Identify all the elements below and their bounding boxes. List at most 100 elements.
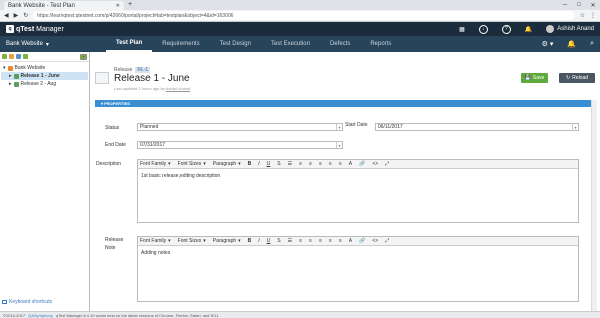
source-code-icon[interactable]: <> <box>372 238 378 244</box>
logo-product: Manager <box>36 25 64 33</box>
new-tab-button[interactable]: + <box>128 1 132 8</box>
properties-section-header[interactable]: ▾ PROPERTIES <box>95 100 593 107</box>
start-date-field[interactable]: 06/11/2017 ▾ <box>375 123 579 131</box>
release-note-text[interactable]: Adding notes <box>138 246 578 260</box>
align-right-icon[interactable]: ≡ <box>329 238 332 244</box>
font-color-icon[interactable]: A <box>349 161 352 167</box>
description-label: Description <box>96 161 122 167</box>
source-code-icon[interactable]: <> <box>372 161 378 167</box>
collapse-sidebar-icon[interactable]: « <box>80 53 87 60</box>
status-select[interactable]: Planned ▾ <box>137 123 343 131</box>
underline-icon[interactable]: U <box>267 238 271 244</box>
bold-icon[interactable]: B <box>248 161 252 167</box>
end-date-field[interactable]: 07/31/2017 ▾ <box>137 141 343 149</box>
tab-test-execution[interactable]: Test Execution <box>261 36 320 52</box>
content-scrollbar[interactable] <box>591 100 597 311</box>
add-folder-icon[interactable] <box>9 54 14 59</box>
notification-bell-icon[interactable]: 🔔 <box>525 26 532 33</box>
back-icon[interactable]: ◀ <box>4 12 9 19</box>
url-field[interactable]: https://learnqtest.qtestnet.com/p/42660/… <box>33 11 575 20</box>
tab-defects[interactable]: Defects <box>320 36 360 52</box>
strikethrough-icon[interactable]: S <box>277 238 280 244</box>
align-left-icon[interactable]: ≡ <box>309 161 312 167</box>
project-icon <box>7 65 13 71</box>
browser-menu-icon[interactable]: ⋮ <box>590 12 596 19</box>
link-icon[interactable]: 🔗 <box>359 238 365 244</box>
url-text: https://learnqtest.qtestnet.com/p/42660/… <box>37 12 234 19</box>
footer-bar: ©2010-2017 QASymphony qTest Manager 8.4.… <box>0 311 600 318</box>
project-selector[interactable]: Bank Website ▾ <box>6 41 49 48</box>
align-right-icon[interactable]: ≡ <box>329 161 332 167</box>
tab-reports[interactable]: Reports <box>360 36 401 52</box>
font-sizes-select[interactable]: Font Sizes ▾ <box>178 161 206 167</box>
save-icon: 💾 <box>524 75 531 81</box>
close-window-icon[interactable]: ✕ <box>586 0 600 10</box>
font-color-icon[interactable]: A <box>349 238 352 244</box>
tree-item-release[interactable]: ▸ Release 1 - June <box>1 72 88 80</box>
help-icon[interactable]: ? <box>501 24 511 34</box>
apps-grid-icon[interactable]: ▦ <box>459 26 465 33</box>
search-icon[interactable]: ⌕ <box>590 40 594 48</box>
save-button[interactable]: 💾 Save <box>521 73 548 83</box>
reload-label: Reload <box>572 75 589 81</box>
minimize-icon[interactable]: ─ <box>558 0 572 10</box>
reload-button[interactable]: ↻ Reload <box>559 73 595 83</box>
align-justify-icon[interactable]: ≡ <box>339 161 342 167</box>
bold-icon[interactable]: B <box>248 238 252 244</box>
module-tabs: Test Plan Requirements Test Design Test Exe… <box>106 36 401 52</box>
maximize-icon[interactable]: □ <box>572 0 586 10</box>
align-center-icon[interactable]: ≡ <box>319 161 322 167</box>
italic-icon[interactable]: I <box>258 161 259 167</box>
refresh-icon[interactable]: ↻ <box>23 12 28 19</box>
gear-icon[interactable]: ⚙ ▾ <box>542 40 554 48</box>
expand-toggle-icon[interactable]: ▸ <box>9 73 12 79</box>
edit-icon[interactable] <box>16 54 21 59</box>
release-tree: ▾ Bank Website ▸ Release 1 - June ▸ Release… <box>0 62 89 90</box>
bullet-list-icon[interactable]: ☰ <box>288 238 292 244</box>
numbered-list-icon[interactable]: ≡ <box>299 161 302 167</box>
tab-test-design[interactable]: Test Design <box>210 36 261 52</box>
filter-icon[interactable] <box>23 54 28 59</box>
paragraph-select[interactable]: Paragraph ▾ <box>213 161 241 167</box>
link-icon[interactable]: 🔗 <box>359 161 365 167</box>
user-menu[interactable]: Ashish Anand <box>546 25 594 33</box>
keyboard-shortcuts-link[interactable]: Keyboard shortcuts <box>2 299 52 305</box>
align-left-icon[interactable]: ≡ <box>309 238 312 244</box>
editor-toolbar: Font Family ▾ Font Sizes ▾ Paragraph ▾ B I … <box>138 160 578 169</box>
fullscreen-icon[interactable]: ⤢ <box>385 238 389 244</box>
footer-company-link[interactable]: QASymphony <box>28 313 53 318</box>
bullet-list-icon[interactable]: ☰ <box>288 161 292 167</box>
tab-close-icon[interactable]: ✕ <box>116 3 120 9</box>
add-release-icon[interactable] <box>2 54 7 59</box>
tree-root[interactable]: ▾ Bank Website <box>1 64 88 72</box>
expand-toggle-icon[interactable]: ▸ <box>9 81 12 87</box>
collapse-toggle-icon[interactable]: ▾ <box>3 65 6 71</box>
avatar <box>546 25 555 33</box>
download-icon[interactable]: ↓ <box>478 24 488 34</box>
strikethrough-icon[interactable]: S <box>277 161 280 167</box>
underline-icon[interactable]: U <box>267 161 271 167</box>
app-logo[interactable]: q qTest Manager <box>6 25 64 33</box>
fullscreen-icon[interactable]: ⤢ <box>385 161 389 167</box>
page-title: Release 1 - June <box>114 73 190 84</box>
tree-item-release[interactable]: ▸ Release 2 - Aug <box>1 80 88 88</box>
font-family-select[interactable]: Font Family ▾ <box>140 161 171 167</box>
font-family-label: Font Family <box>140 238 167 244</box>
bell-icon[interactable]: 🔔 <box>567 40 576 48</box>
tab-requirements[interactable]: Requirements <box>152 36 209 52</box>
paragraph-select[interactable]: Paragraph ▾ <box>213 238 241 244</box>
italic-icon[interactable]: I <box>258 238 259 244</box>
font-family-select[interactable]: Font Family ▾ <box>140 238 171 244</box>
chevron-down-icon: ▾ <box>45 41 49 48</box>
numbered-list-icon[interactable]: ≡ <box>299 238 302 244</box>
browser-tab[interactable]: Bank Website - Test Plan ✕ <box>4 1 124 10</box>
forward-icon[interactable]: ▶ <box>14 12 19 19</box>
last-updated-user[interactable]: Ashish Anand <box>166 86 191 91</box>
description-text[interactable]: 1st basic release,editing description <box>138 169 578 183</box>
align-justify-icon[interactable]: ≡ <box>339 238 342 244</box>
tab-test-plan[interactable]: Test Plan <box>106 36 153 52</box>
font-sizes-select[interactable]: Font Sizes ▾ <box>178 238 206 244</box>
end-date-value: 07/31/2017 <box>140 142 166 148</box>
bookmark-star-icon[interactable]: ☆ <box>580 12 585 19</box>
align-center-icon[interactable]: ≡ <box>319 238 322 244</box>
